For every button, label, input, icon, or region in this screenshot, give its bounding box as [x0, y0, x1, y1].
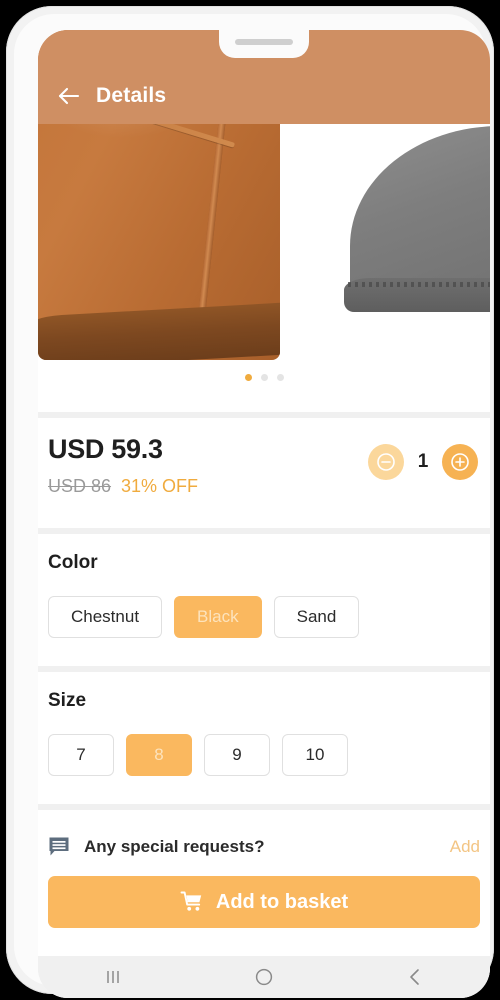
carousel-dot-1[interactable]: [244, 374, 252, 381]
recents-icon: [107, 971, 120, 983]
add-request-link[interactable]: Add: [450, 837, 480, 857]
phone-screen: USD 59.3 USD 86 31% OFF 1 Color Chestnut…: [38, 30, 490, 998]
app-bar-row: Details: [38, 68, 490, 124]
plus-circle-icon: [451, 453, 469, 471]
scroll-content[interactable]: USD 59.3 USD 86 31% OFF 1 Color Chestnut…: [38, 30, 490, 998]
current-price: USD 59.3: [48, 434, 163, 464]
carousel-pagination-dots[interactable]: [38, 374, 490, 381]
size-chip-9[interactable]: 9: [204, 734, 270, 776]
color-option-card: Color Chestnut Black Sand: [38, 534, 490, 666]
page-title: Details: [96, 84, 167, 107]
phone-notch: [219, 30, 309, 58]
size-chip-7[interactable]: 7: [48, 734, 114, 776]
special-requests-row[interactable]: Any special requests? Add: [48, 830, 480, 864]
discount-badge: 31% OFF: [121, 476, 199, 496]
recents-button[interactable]: [38, 956, 189, 998]
increment-quantity-button[interactable]: [442, 444, 478, 480]
back-button[interactable]: [46, 73, 92, 119]
price-secondary-row: USD 86 31% OFF: [48, 476, 198, 497]
android-navigation-bar: [38, 956, 490, 998]
color-section-title: Color: [48, 552, 98, 573]
shopping-cart-icon: [180, 891, 202, 911]
minus-circle-icon: [377, 453, 395, 471]
phone-device-frame: USD 59.3 USD 86 31% OFF 1 Color Chestnut…: [6, 6, 494, 998]
size-chip-group[interactable]: 7 8 9 10: [48, 734, 348, 776]
quantity-stepper[interactable]: 1: [368, 444, 478, 480]
checkout-card: Any special requests? Add Add to basket: [38, 810, 490, 956]
special-requests-label: Any special requests?: [84, 837, 265, 856]
boot-sole-stitching: [108, 325, 280, 342]
size-option-card: Size 7 8 9 10: [38, 672, 490, 804]
color-chip-chestnut[interactable]: Chestnut: [48, 596, 163, 638]
add-to-basket-button[interactable]: Add to basket: [48, 876, 480, 928]
color-chip-sand[interactable]: Sand: [273, 596, 360, 638]
carousel-dot-2[interactable]: [260, 374, 268, 381]
add-to-basket-label: Add to basket: [215, 890, 349, 913]
color-chip-group[interactable]: Chestnut Black Sand: [48, 596, 360, 638]
phone-bezel: USD 59.3 USD 86 31% OFF 1 Color Chestnut…: [14, 14, 490, 998]
color-chip-black[interactable]: Black: [174, 596, 262, 638]
carousel-dot-3[interactable]: [276, 374, 284, 381]
chevron-left-icon: [409, 969, 419, 985]
home-button[interactable]: [189, 956, 340, 998]
grey-boot-stitching: [348, 282, 490, 287]
price-card: USD 59.3 USD 86 31% OFF 1: [38, 418, 490, 528]
grey-boot-upper: [350, 126, 490, 286]
arrow-left-icon: [58, 87, 80, 105]
system-back-button[interactable]: [339, 956, 490, 998]
decrement-quantity-button[interactable]: [368, 444, 404, 480]
message-icon: [49, 837, 69, 856]
original-price: USD 86: [48, 476, 112, 496]
quantity-value: 1: [417, 451, 429, 472]
size-chip-10[interactable]: 10: [282, 734, 348, 776]
home-circle-icon: [255, 968, 273, 986]
size-section-title: Size: [48, 690, 87, 711]
size-chip-8[interactable]: 8: [126, 734, 192, 776]
earpiece-speaker: [235, 39, 293, 45]
